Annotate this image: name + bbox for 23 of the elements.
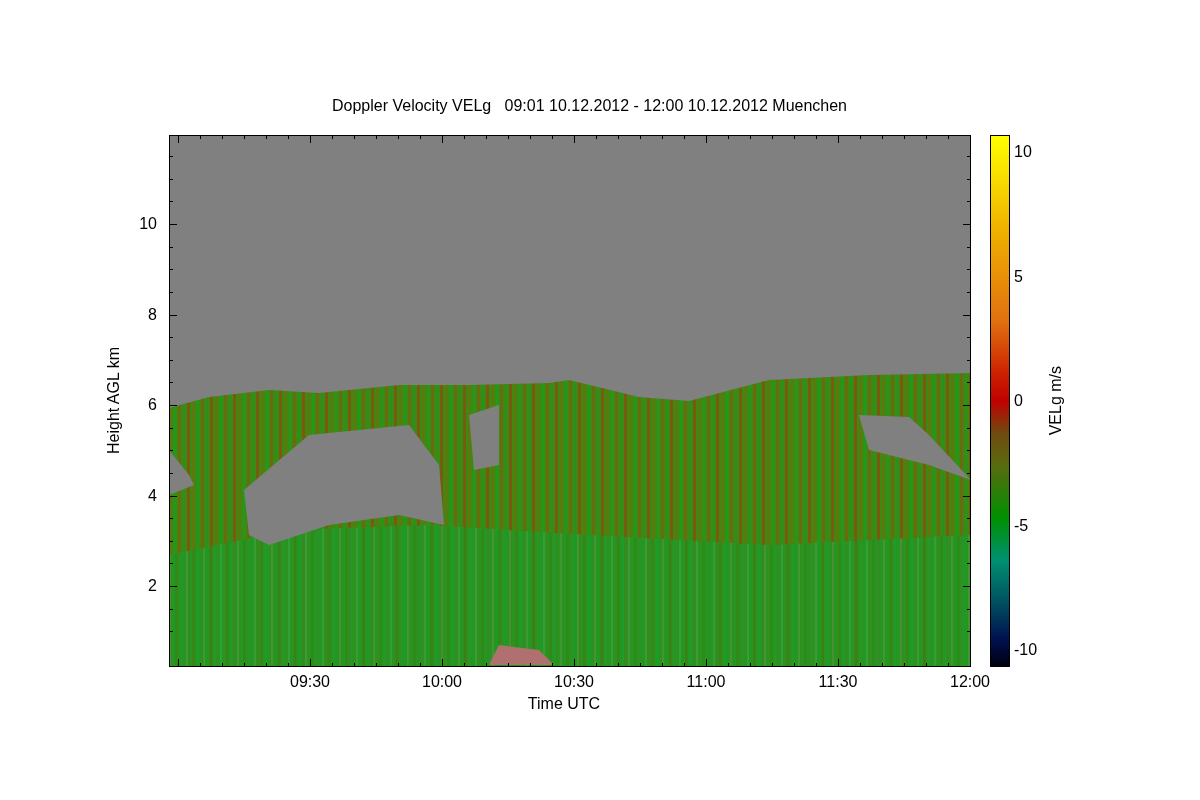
x-tick-label: 09:30 <box>290 673 330 691</box>
echo-gap-region <box>469 405 499 470</box>
echo-gap-region <box>169 450 194 495</box>
y-tick-label: 4 <box>148 486 157 505</box>
y-tick-label: 6 <box>148 396 157 414</box>
y-axis-label: Height AGL km <box>105 347 123 455</box>
x-tick-label: 11:00 <box>686 673 726 691</box>
colorbar-tick-label: -5 <box>1014 516 1029 535</box>
colorbar-tick-label: 10 <box>1014 143 1032 161</box>
y-tick-label: 2 <box>148 577 157 595</box>
x-axis-label: Time UTC <box>527 695 601 714</box>
colorbar-tick-label: 0 <box>1014 392 1023 410</box>
x-tick-label: 10:00 <box>422 673 462 691</box>
chart-title: Doppler Velocity VELg 09:01 10.12.2012 - 12:00 10.12.2012 Muenchen <box>331 97 847 115</box>
y-tick-label: 8 <box>148 305 157 324</box>
x-tick-label: 11:30 <box>818 673 858 691</box>
colorbar-tick-label: -10 <box>1014 641 1038 659</box>
x-tick-label: 10:30 <box>554 673 594 691</box>
y-tick-label: 10 <box>139 215 157 233</box>
colorbar-label: VELg m/s <box>1047 366 1065 436</box>
clutter-region <box>489 645 554 665</box>
colorbar-tick-label: 5 <box>1014 267 1023 286</box>
x-tick-label: 12:00 <box>950 673 990 691</box>
